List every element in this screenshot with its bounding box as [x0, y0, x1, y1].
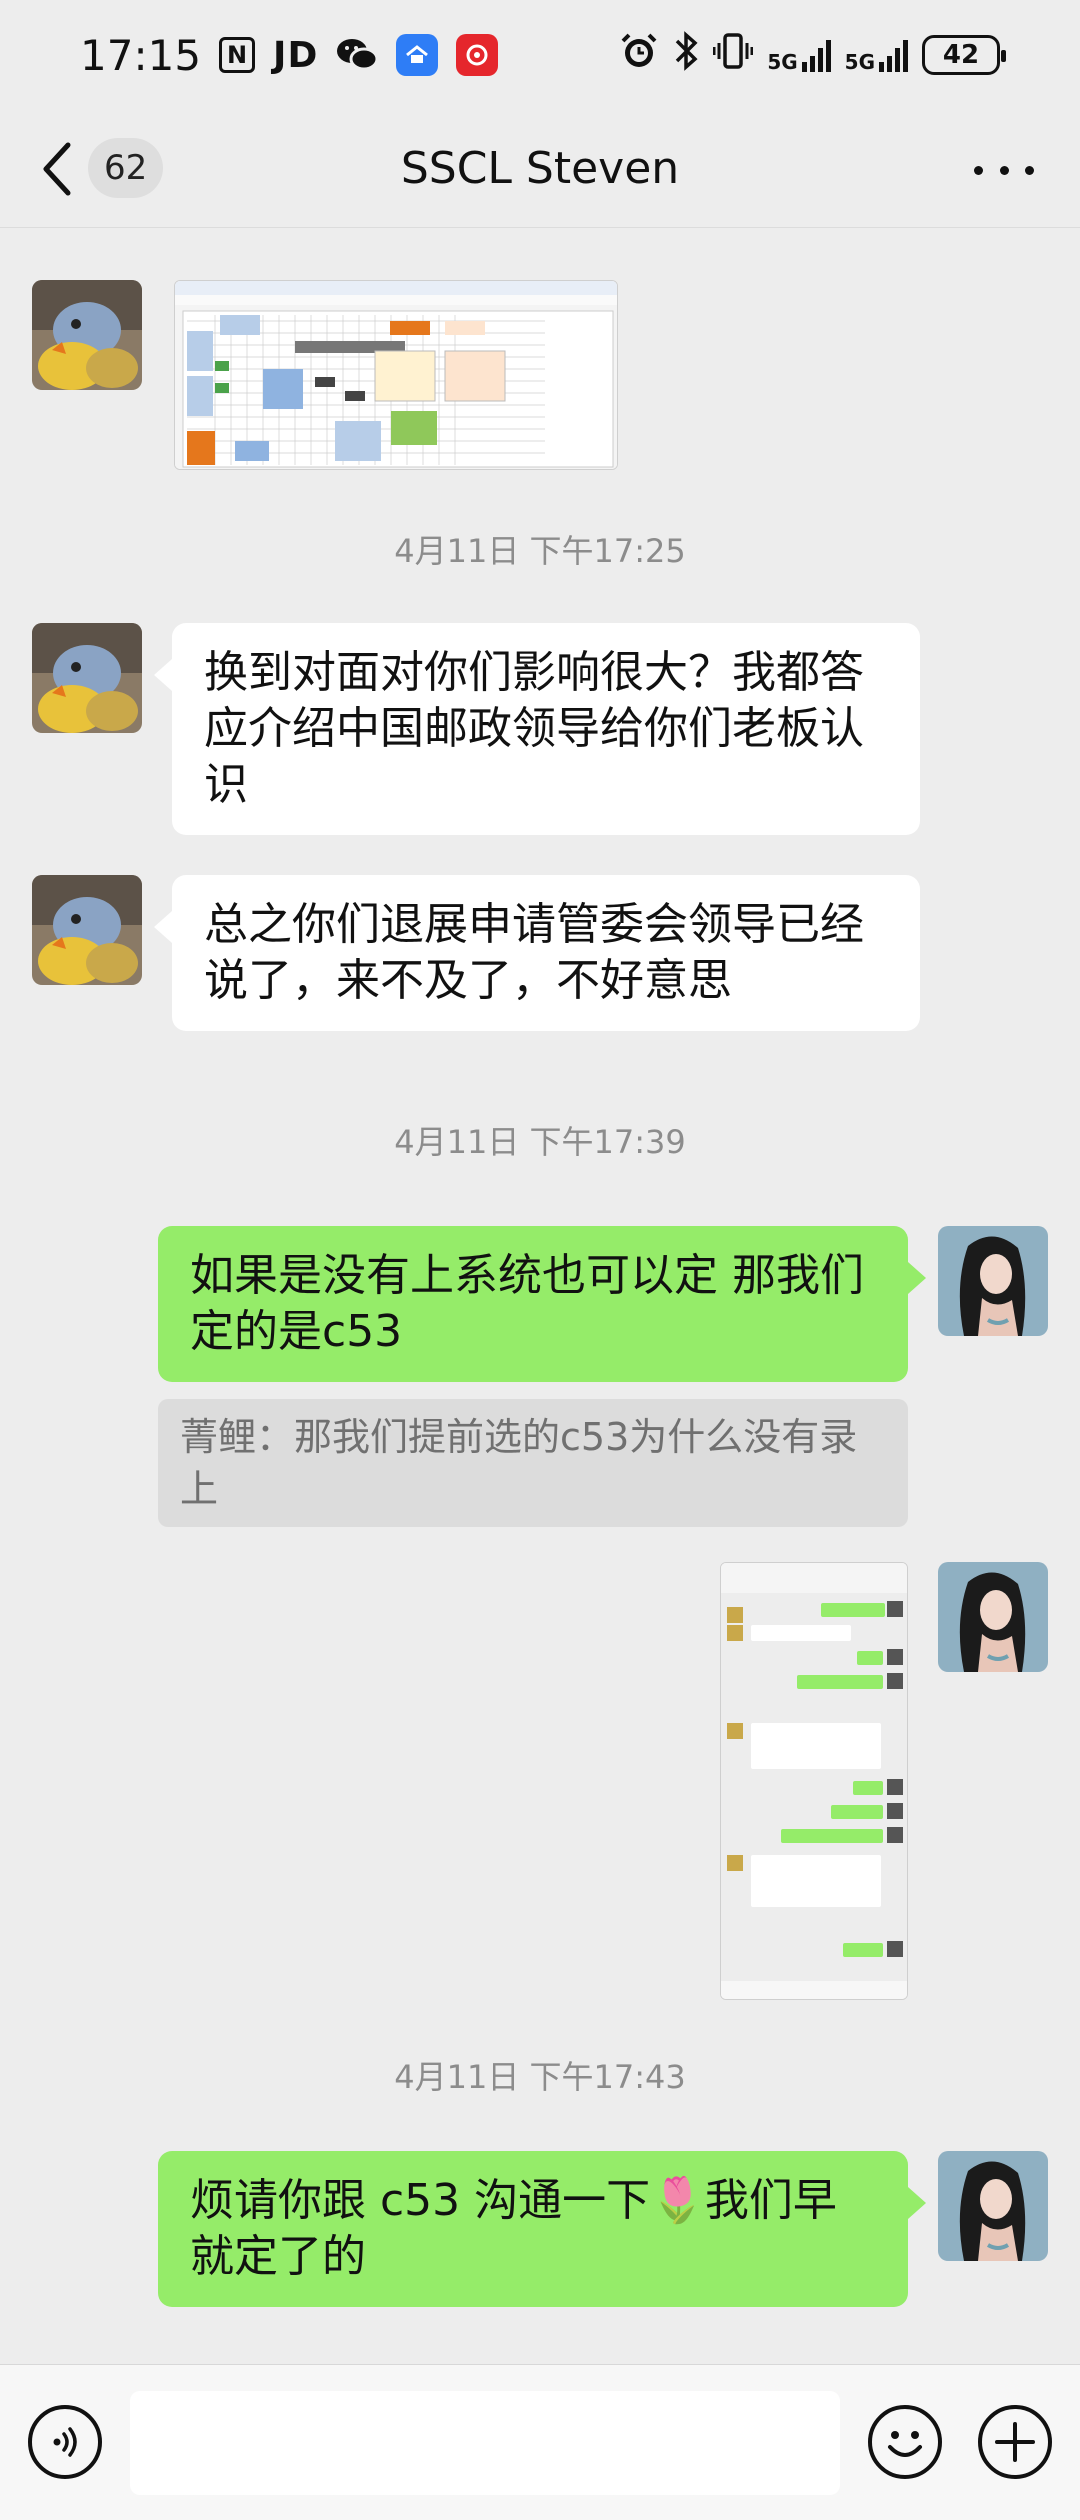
more-button[interactable]: [974, 150, 1034, 190]
outgoing-message[interactable]: 烦请你跟 c53 沟通一下🌷我们早就定了的: [158, 2151, 926, 2307]
red-app-icon: [456, 34, 499, 76]
message-list[interactable]: 4月11日 下午17:25 换到对面对你们影响很大？我都答应介绍中国邮政领导给你…: [0, 229, 1080, 2364]
outgoing-message[interactable]: 如果是没有上系统也可以定 那我们定的是c53: [158, 1226, 926, 1382]
ai-scan-app-icon: [396, 34, 439, 76]
voice-icon: [53, 2427, 77, 2457]
message-input[interactable]: [130, 2391, 840, 2495]
chat-screenshot-image: [721, 1563, 907, 1999]
signal-icon: 5G: [767, 38, 831, 72]
unread-count-badge[interactable]: 62: [88, 138, 164, 198]
voice-button[interactable]: [28, 2405, 102, 2479]
status-left: 17:15 N JD: [80, 30, 499, 80]
status-right: 5G 5G 42: [619, 31, 1006, 79]
chevron-left-icon: [43, 142, 71, 196]
bluetooth-icon: [673, 31, 699, 79]
battery-icon: 42: [922, 35, 1006, 75]
my-avatar[interactable]: [938, 1226, 1048, 1336]
spreadsheet-floorplan-image: [175, 281, 617, 469]
incoming-message[interactable]: 换到对面对你们影响很大？我都答应介绍中国邮政领导给你们老板认识: [154, 623, 920, 835]
nfc-icon: N: [219, 37, 256, 73]
alarm-icon: [619, 31, 659, 79]
vibrate-icon: [712, 31, 754, 79]
emoji-button[interactable]: [868, 2405, 942, 2479]
input-bar: [0, 2364, 1080, 2520]
emoji-icon: [888, 2431, 922, 2457]
contact-avatar[interactable]: [32, 280, 142, 390]
jd-icon: JD: [273, 34, 319, 76]
status-time: 17:15: [80, 30, 202, 80]
contact-avatar[interactable]: [32, 623, 142, 733]
shared-image-spreadsheet[interactable]: [174, 280, 618, 470]
contact-avatar[interactable]: [32, 875, 142, 985]
more-dots-icon: [974, 165, 983, 175]
my-avatar[interactable]: [938, 2151, 1048, 2261]
status-bar: 17:15 N JD 5G 5G 42: [0, 0, 1080, 110]
wechat-icon: [336, 37, 379, 73]
incoming-message[interactable]: 总之你们退展申请管委会领导已经说了，来不及了，不好意思: [154, 875, 920, 1031]
timestamp: 4月11日 下午17:25: [394, 532, 686, 570]
my-avatar[interactable]: [938, 1562, 1048, 1672]
signal-icon-2: 5G: [845, 38, 908, 72]
plus-button[interactable]: [978, 2405, 1052, 2479]
plus-icon: [995, 2422, 1035, 2462]
timestamp: 4月11日 下午17:43: [394, 2058, 686, 2096]
timestamp: 4月11日 下午17:39: [394, 1123, 686, 1161]
chat-header: 62 SSCL Steven: [0, 110, 1080, 228]
shared-image-chat-screenshot[interactable]: [720, 1562, 908, 2000]
quoted-message[interactable]: 菁鲤：那我们提前选的c53为什么没有录上: [158, 1399, 908, 1527]
